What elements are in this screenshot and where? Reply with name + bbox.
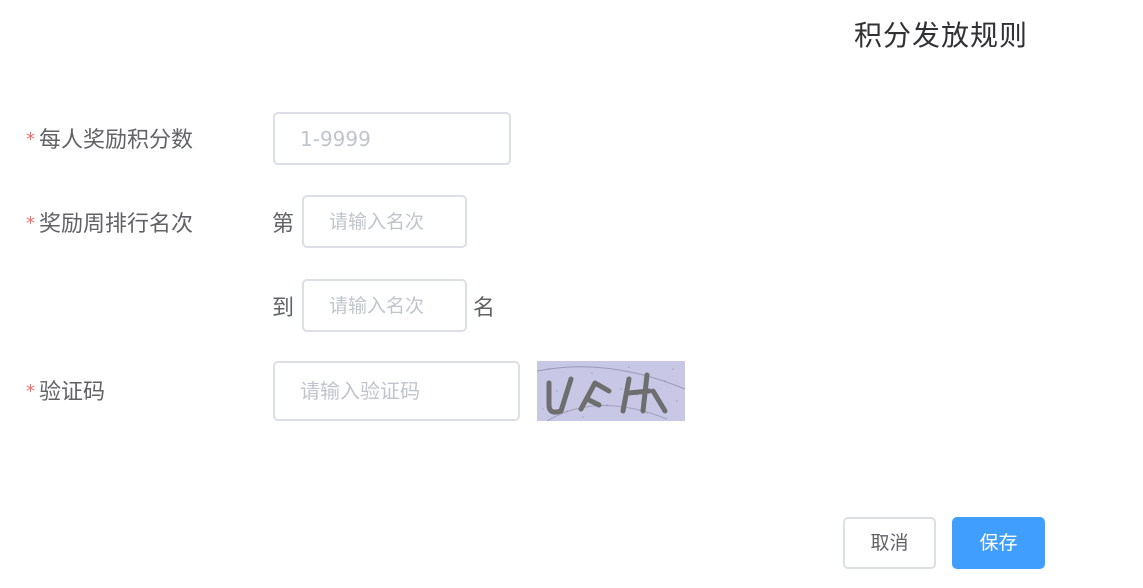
captcha-input[interactable]	[273, 361, 520, 421]
rank-to-suffix: 名	[473, 296, 496, 321]
cancel-button[interactable]: 取消	[843, 517, 936, 569]
captcha-graphic	[537, 361, 685, 421]
required-mark: *	[26, 213, 35, 234]
rank-range-label: * 奖励周排行名次	[26, 206, 193, 238]
rank-from-prefix: 第	[272, 212, 295, 237]
rank-range-label-text: 奖励周排行名次	[39, 212, 194, 237]
required-mark: *	[26, 381, 35, 402]
points-per-person-label-text: 每人奖励积分数	[39, 128, 194, 153]
rank-to-prefix: 到	[272, 296, 295, 321]
captcha-label: * 验证码	[26, 374, 105, 406]
points-rule-dialog: 积分发放规则 *每人奖励积分数 *奖励周排行名次 第 到 名 *验证码	[0, 0, 1143, 588]
points-per-person-input[interactable]	[273, 112, 511, 165]
dialog-title: 积分发放规则	[854, 19, 1029, 52]
captcha-label-text: 验证码	[39, 380, 106, 405]
save-button[interactable]: 保存	[952, 517, 1045, 569]
points-per-person-label: * 每人奖励积分数	[26, 122, 193, 154]
captcha-image[interactable]	[537, 361, 685, 421]
required-mark: *	[26, 129, 35, 150]
rank-to-input[interactable]	[302, 279, 467, 332]
rank-from-input[interactable]	[302, 195, 467, 248]
